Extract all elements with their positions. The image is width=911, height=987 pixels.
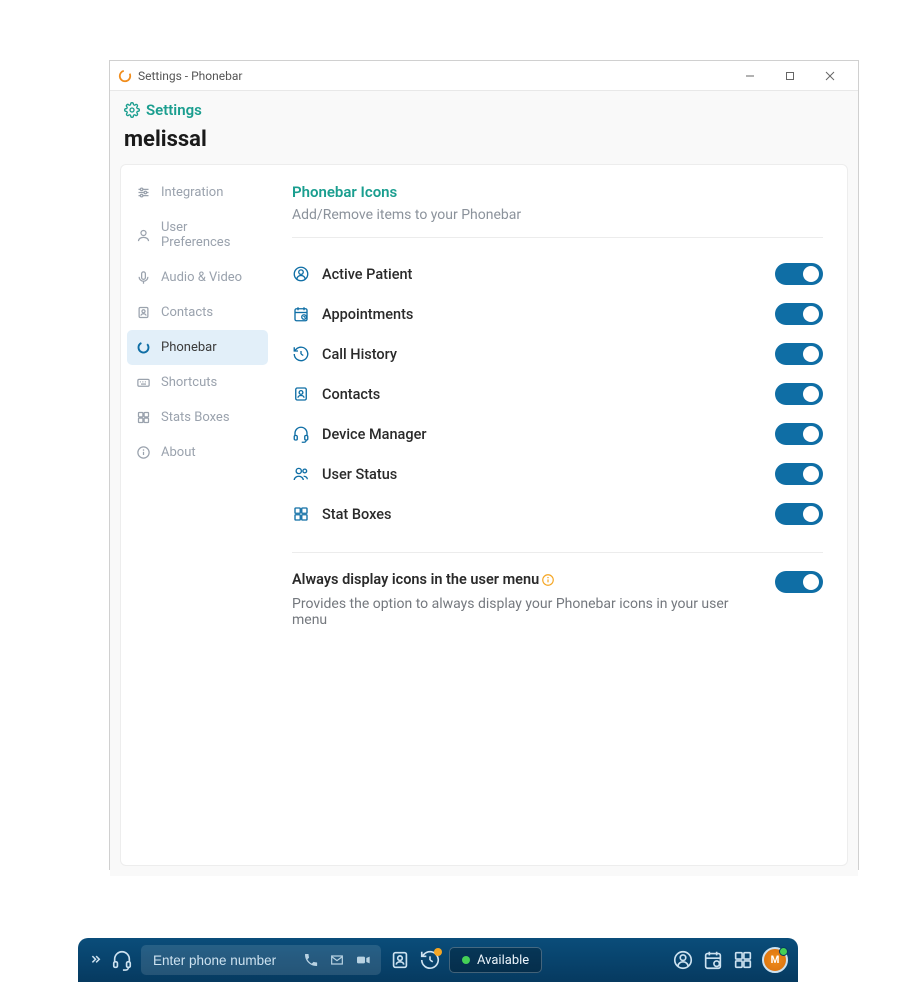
sidebar-item-user-preferences[interactable]: User Preferences [127,210,268,260]
toggle-label: Stat Boxes [322,506,763,523]
appointments-icon[interactable] [702,949,724,971]
avatar-letter: M [771,955,780,966]
toggle-row-contacts: Contacts [292,374,823,414]
toggle-label: User Status [322,466,763,483]
contacts-icon[interactable] [389,949,411,971]
stat-boxes-icon[interactable] [732,949,754,971]
sidebar-item-label: Shortcuts [161,375,217,390]
option-title: Always display icons in the user menu [292,571,539,588]
toggle-row-device-manager: Device Manager [292,414,823,454]
phonebar-icon [136,340,151,355]
user-icon [136,228,151,243]
section-desc: Add/Remove items to your Phonebar [292,207,823,223]
phone-input[interactable] [153,953,293,968]
avatar[interactable]: M [762,947,788,973]
sidebar-item-label: Audio & Video [161,270,242,285]
sidebar-item-label: Integration [161,185,223,200]
contact-card-icon [292,385,310,403]
integration-icon [136,185,151,200]
video-icon[interactable] [355,952,371,968]
headset-icon[interactable] [111,949,133,971]
gear-icon [124,102,140,118]
call-history-icon[interactable] [419,949,441,971]
username: melissal [124,127,844,152]
grid-icon [292,505,310,523]
toggle-label: Device Manager [322,426,763,443]
sidebar-item-label: Contacts [161,305,213,320]
titlebar: Settings - Phonebar [110,61,858,91]
notification-dot [434,948,442,956]
toggle-label: Appointments [322,306,763,323]
sidebar-item-shortcuts[interactable]: Shortcuts [127,365,268,400]
status-label: Available [477,953,529,968]
phonebar: Available M [78,938,798,982]
settings-main: Phonebar Icons Add/Remove items to your … [274,165,847,865]
info-icon[interactable] [541,573,555,587]
app-logo-icon [118,69,132,83]
toggle-row-user-status: User Status [292,454,823,494]
users-icon [292,465,310,483]
toggle-appointments[interactable] [775,303,823,325]
toggle-device-manager[interactable] [775,423,823,445]
toggle-row-call-history: Call History [292,334,823,374]
minimize-button[interactable] [730,62,770,90]
toggle-stat-boxes[interactable] [775,503,823,525]
toggle-row-appointments: Appointments [292,294,823,334]
headset-icon [292,425,310,443]
close-button[interactable] [810,62,850,90]
sidebar-item-label: User Preferences [161,220,259,250]
sidebar-item-label: Stats Boxes [161,410,230,425]
avatar-presence-dot [779,947,788,956]
sidebar-item-about[interactable]: About [127,435,268,470]
toggle-row-active-patient: Active Patient [292,254,823,294]
toggle-user-status[interactable] [775,463,823,485]
contacts-icon [136,305,151,320]
toggle-label: Contacts [322,386,763,403]
presence-dot [462,956,470,964]
sidebar-item-integration[interactable]: Integration [127,175,268,210]
microphone-icon [136,270,151,285]
sidebar-item-contacts[interactable]: Contacts [127,295,268,330]
window-header: Settings melissal [110,91,858,164]
patient-icon [292,265,310,283]
sidebar-item-phonebar[interactable]: Phonebar [127,330,268,365]
toggle-active-patient[interactable] [775,263,823,285]
toggle-row-stat-boxes: Stat Boxes [292,494,823,534]
toggle-label: Active Patient [322,266,763,283]
settings-sidebar: Integration User Preferences Audio & Vid… [121,165,274,865]
info-icon [136,445,151,460]
sidebar-item-label: Phonebar [161,340,217,355]
window-title: Settings - Phonebar [138,69,242,83]
option-desc: Provides the option to always display yo… [292,596,732,628]
expand-icon[interactable] [88,953,103,968]
history-icon [292,345,310,363]
active-patient-icon[interactable] [672,949,694,971]
toggle-always-display[interactable] [775,571,823,593]
sidebar-item-audio-video[interactable]: Audio & Video [127,260,268,295]
dial-input-group [141,945,381,975]
option-always-display: Always display icons in the user menu Pr… [292,553,823,628]
section-title: Phonebar Icons [292,183,823,201]
toggle-contacts[interactable] [775,383,823,405]
toggle-list: Active Patient Appointments Call History [292,238,823,552]
mail-icon[interactable] [329,952,345,968]
toggle-call-history[interactable] [775,343,823,365]
grid-icon [136,410,151,425]
settings-heading: Settings [124,101,844,119]
toggle-label: Call History [322,346,763,363]
status-selector[interactable]: Available [449,947,542,973]
phone-icon[interactable] [303,952,319,968]
calendar-icon [292,305,310,323]
settings-window: Settings - Phonebar Settings melissal [109,60,859,870]
sidebar-item-stats-boxes[interactable]: Stats Boxes [127,400,268,435]
maximize-button[interactable] [770,62,810,90]
keyboard-icon [136,375,151,390]
sidebar-item-label: About [161,445,196,460]
